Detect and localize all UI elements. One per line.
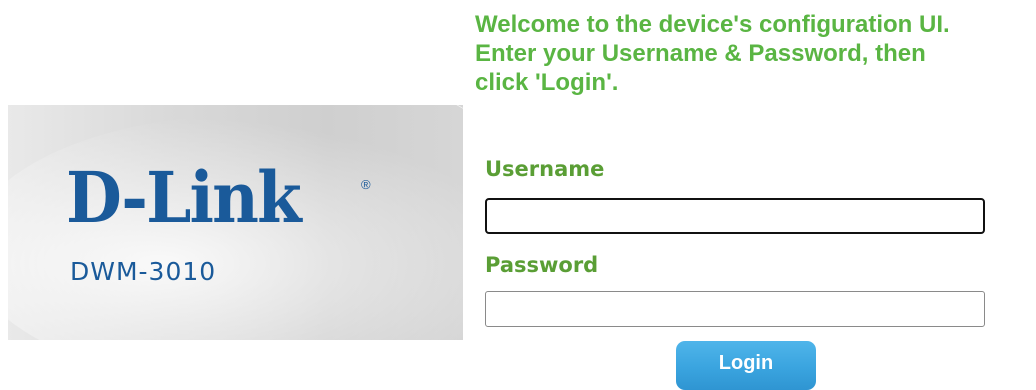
brand-panel: D-Link ® DWM-3010 (8, 105, 463, 340)
registered-trademark: ® (361, 177, 371, 192)
password-label: Password (485, 253, 599, 277)
login-page: D-Link ® DWM-3010 Welcome to the device'… (0, 0, 1036, 390)
username-input[interactable] (485, 198, 985, 234)
device-model: DWM-3010 (70, 257, 217, 286)
welcome-line-3: click 'Login'. (475, 69, 619, 96)
welcome-message: Welcome to the device's configuration UI… (475, 10, 1035, 97)
welcome-line-2: Enter your Username & Password, then (475, 40, 926, 67)
dlink-logo: D-Link (66, 156, 302, 239)
login-button[interactable]: Login (676, 341, 816, 390)
welcome-line-1: Welcome to the device's configuration UI… (475, 11, 950, 38)
password-input[interactable] (485, 291, 985, 327)
username-label: Username (485, 157, 605, 181)
